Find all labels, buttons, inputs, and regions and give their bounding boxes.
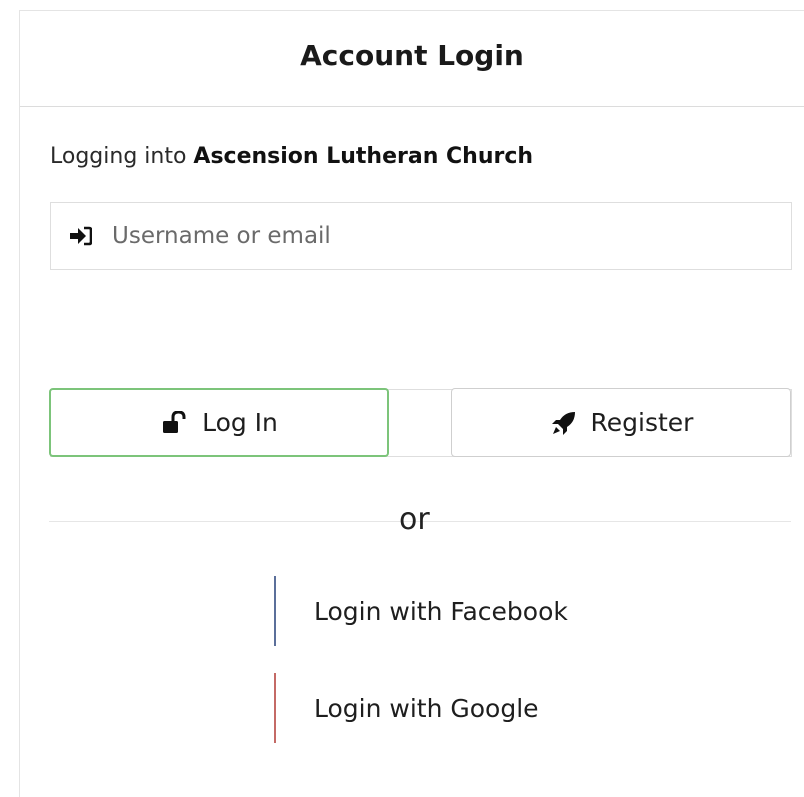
google-login-label: Login with Google	[314, 693, 539, 723]
register-button[interactable]: Register	[451, 388, 791, 457]
login-button[interactable]: Log In	[49, 388, 389, 457]
facebook-login-label: Login with Facebook	[314, 596, 568, 626]
google-login-link[interactable]: Login with Google	[274, 673, 539, 743]
google-accent-bar	[274, 673, 276, 743]
unlock-icon	[160, 410, 190, 436]
facebook-accent-bar	[274, 576, 276, 646]
register-button-label: Register	[590, 408, 694, 437]
or-separator: or	[399, 502, 430, 537]
facebook-login-link[interactable]: Login with Facebook	[274, 576, 568, 646]
rocket-icon	[549, 410, 579, 436]
login-button-label: Log In	[202, 408, 278, 437]
lower-region: Log In Register or Login with Facebook L…	[19, 10, 804, 797]
